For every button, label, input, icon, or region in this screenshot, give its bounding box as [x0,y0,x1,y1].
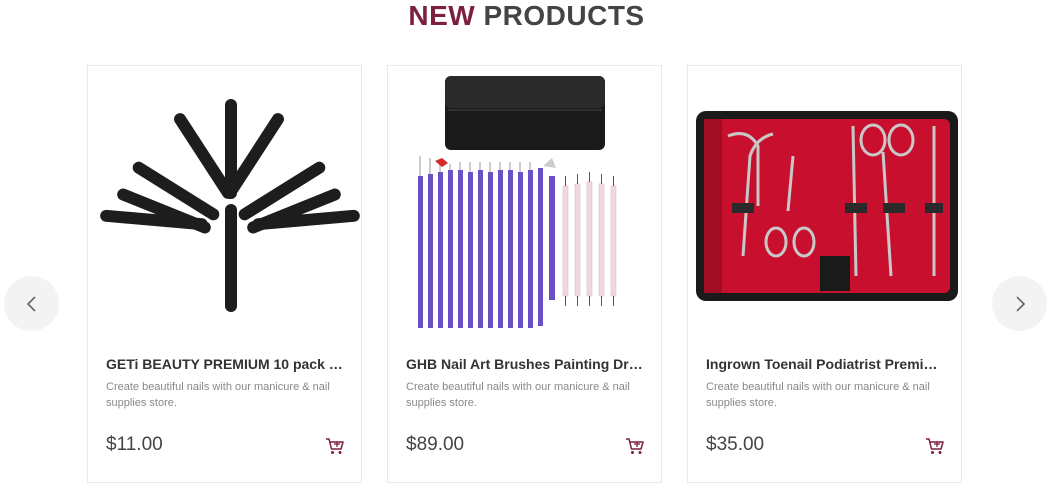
section-title-rest: PRODUCTS [475,0,645,31]
chevron-right-icon [1016,296,1026,312]
product-description: Create beautiful nails with our manicure… [106,381,330,409]
product-description: Create beautiful nails with our manicure… [706,381,930,409]
shopping-cart-icon[interactable] [325,436,345,456]
carousel-next-button[interactable] [992,276,1047,331]
product-price: $11.00 [106,434,163,455]
product-image-nail-files[interactable] [88,66,361,341]
product-image-podiatrist-kit[interactable] [688,66,961,341]
shopping-cart-icon[interactable] [625,436,645,456]
product-price: $35.00 [706,434,765,455]
shopping-cart-icon[interactable] [925,436,945,456]
section-title: NEW PRODUCTS [0,0,1053,32]
section-title-accent: NEW [408,0,476,31]
product-price: $89.00 [406,434,465,455]
product-name[interactable]: Ingrown Toenail Podiatrist Premium Kit [706,356,946,372]
product-card[interactable]: GHB Nail Art Brushes Painting Drawing Pe… [387,65,662,483]
product-card[interactable]: GETi BEAUTY PREMIUM 10 pack Nail Files C… [87,65,362,483]
product-description: Create beautiful nails with our manicure… [406,381,630,409]
carousel-prev-button[interactable] [4,276,59,331]
product-card[interactable]: Ingrown Toenail Podiatrist Premium Kit C… [687,65,962,483]
product-image-nail-brushes[interactable] [388,66,661,341]
chevron-left-icon [26,296,36,312]
product-name[interactable]: GHB Nail Art Brushes Painting Drawing Pe… [406,356,646,372]
product-name[interactable]: GETi BEAUTY PREMIUM 10 pack Nail Files [106,356,346,372]
